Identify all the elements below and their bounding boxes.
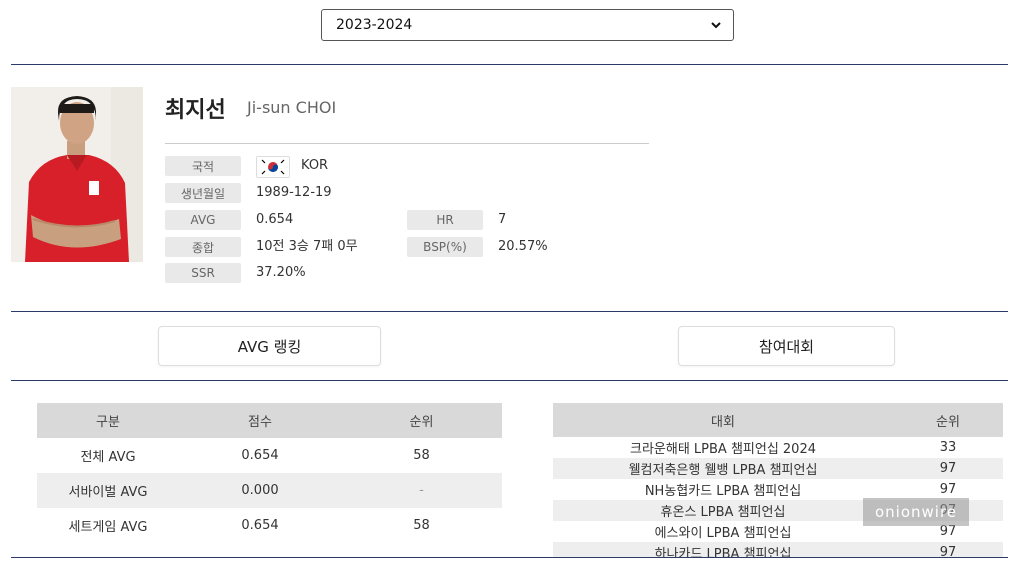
table-row: 크라운해태 LPBA 챔피언십 2024 33 — [553, 437, 1003, 458]
table-row: 하나카드 LPBA 챔피언십 97 — [553, 542, 1003, 557]
total-label: 종합 — [165, 237, 241, 257]
table-row: 웰컴저축은행 웰뱅 LPBA 챔피언십 97 — [553, 458, 1003, 479]
hr-label: HR — [407, 210, 483, 230]
tournament-name: 웰컴저축은행 웰뱅 LPBA 챔피언십 — [553, 458, 893, 479]
season-select-value: 2023-2024 — [336, 17, 413, 33]
ssr-label: SSR — [165, 263, 241, 283]
season-select[interactable]: 2023-2024 — [321, 9, 734, 41]
table-cell: 58 — [413, 518, 430, 533]
column-header: 대회 — [553, 403, 893, 437]
tournament-name: 하나카드 LPBA 챔피언십 — [553, 542, 893, 557]
korea-flag-icon — [256, 156, 290, 178]
avg-label: AVG — [165, 210, 241, 230]
total-value: 10전 3승 7패 0무 — [256, 239, 358, 254]
tournament-name: 크라운해태 LPBA 챔피언십 2024 — [629, 442, 816, 457]
column-header: 구분 — [37, 403, 179, 438]
player-name-english: Ji-sun CHOI — [247, 98, 337, 117]
bsp-label: BSP(%) — [407, 237, 483, 257]
table-row: 세트게임 AVG 0.654 58 — [37, 508, 502, 543]
name-divider — [165, 143, 649, 144]
column-header: 점수 — [179, 403, 341, 438]
table-cell: 58 — [413, 448, 430, 463]
tournament-name: 에스와이 LPBA 챔피언십 — [654, 526, 792, 541]
birth-value: 1989-12-19 — [256, 185, 332, 200]
nationality-value: KOR — [301, 158, 329, 173]
tournament-table-scroll[interactable]: 대회 순위 크라운해태 LPBA 챔피언십 2024 33 웰컴저축은행 웰뱅 … — [553, 403, 1003, 557]
tournament-rank: 97 — [939, 482, 957, 497]
table-cell: 0.654 — [241, 448, 279, 463]
table-header-row: 대회 순위 — [553, 403, 1003, 437]
tournament-table: 대회 순위 크라운해태 LPBA 챔피언십 2024 33 웰컴저축은행 웰뱅 … — [553, 403, 1003, 557]
table-cell: 전체 AVG — [80, 450, 136, 465]
table-row: NH농협카드 LPBA 챔피언십 97 — [553, 479, 1003, 500]
hr-value: 7 — [498, 212, 507, 227]
chevron-down-icon — [711, 22, 721, 29]
tournament-name: NH농협카드 LPBA 챔피언십 — [644, 484, 802, 499]
divider — [11, 380, 1008, 381]
bsp-value: 20.57% — [498, 239, 548, 254]
tournament-rank: 97 — [893, 542, 1003, 557]
tournament-name: 휴온스 LPBA 챔피언십 — [553, 500, 893, 521]
table-row: 전체 AVG 0.654 58 — [37, 438, 502, 473]
player-name-korean: 최지선 — [165, 98, 226, 123]
column-header: 순위 — [893, 403, 1003, 437]
tab-avg-ranking[interactable]: AVG 랭킹 — [158, 326, 381, 366]
avg-value: 0.654 — [256, 212, 294, 227]
birth-label: 생년월일 — [165, 183, 241, 203]
tab-tournaments[interactable]: 참여대회 — [678, 326, 895, 366]
player-photo — [11, 87, 143, 262]
table-cell: - — [341, 473, 502, 508]
avg-ranking-table: 구분 점수 순위 전체 AVG 0.654 58 서바이벌 AVG 0.000 … — [37, 403, 502, 543]
nationality-label: 국적 — [165, 156, 241, 176]
table-cell: 세트게임 AVG — [68, 520, 148, 535]
column-header: 순위 — [341, 403, 502, 438]
tournament-rank: 33 — [939, 440, 957, 455]
table-row: 서바이벌 AVG 0.000 - — [37, 473, 502, 508]
table-cell: 0.000 — [179, 473, 341, 508]
table-cell: 0.654 — [241, 518, 279, 533]
divider — [11, 557, 1008, 558]
divider — [11, 64, 1008, 65]
table-header-row: 구분 점수 순위 — [37, 403, 502, 438]
watermark: onionwire — [863, 498, 969, 526]
divider — [11, 311, 1008, 312]
ssr-value: 37.20% — [256, 265, 306, 280]
tournament-rank: 97 — [893, 458, 1003, 479]
table-cell: 서바이벌 AVG — [37, 473, 179, 508]
